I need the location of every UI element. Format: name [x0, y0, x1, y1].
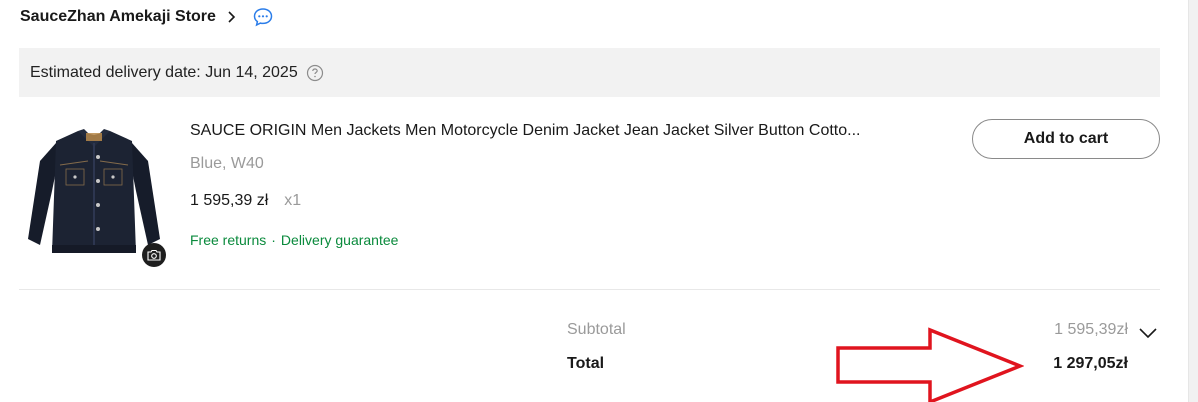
delivery-guarantee-label[interactable]: Delivery guarantee	[281, 232, 399, 248]
price-row: 1 595,39 zł x1	[190, 192, 301, 210]
store-name-link[interactable]: SauceZhan Amekaji Store	[20, 8, 216, 26]
delivery-estimate-text: Estimated delivery date: Jun 14, 2025	[30, 63, 298, 81]
benefit-separator: ·	[271, 232, 276, 248]
cart-store-section: SauceZhan Amekaji Store Estimated delive…	[0, 0, 1198, 402]
section-divider	[19, 289, 1160, 290]
benefit-tags: Free returns · Delivery guarantee	[190, 232, 398, 248]
chat-bubble-icon[interactable]	[252, 6, 274, 28]
free-returns-label[interactable]: Free returns	[190, 232, 266, 248]
store-header: SauceZhan Amekaji Store	[20, 6, 274, 28]
total-label: Total	[567, 355, 605, 372]
product-image[interactable]	[22, 121, 166, 265]
subtotal-label: Subtotal	[567, 321, 626, 338]
chevron-down-icon[interactable]	[1138, 326, 1158, 340]
annotation-arrow-icon	[836, 327, 1024, 402]
help-circle-icon[interactable]	[306, 64, 324, 82]
camera-icon[interactable]	[142, 243, 166, 267]
product-variant[interactable]: Blue, W40	[190, 155, 264, 173]
delivery-estimate-banner: Estimated delivery date: Jun 14, 2025	[19, 48, 1160, 97]
add-to-cart-button[interactable]: Add to cart	[972, 119, 1160, 159]
product-quantity: x1	[284, 192, 302, 209]
product-title-link[interactable]: SAUCE ORIGIN Men Jackets Men Motorcycle …	[190, 122, 935, 140]
total-value: 1 297,05zł	[1053, 355, 1128, 372]
product-price: 1 595,39 zł	[190, 192, 269, 209]
chevron-right-icon[interactable]	[224, 10, 238, 24]
subtotal-value: 1 595,39zł	[1054, 321, 1128, 338]
scrollbar-track[interactable]	[1188, 0, 1198, 402]
